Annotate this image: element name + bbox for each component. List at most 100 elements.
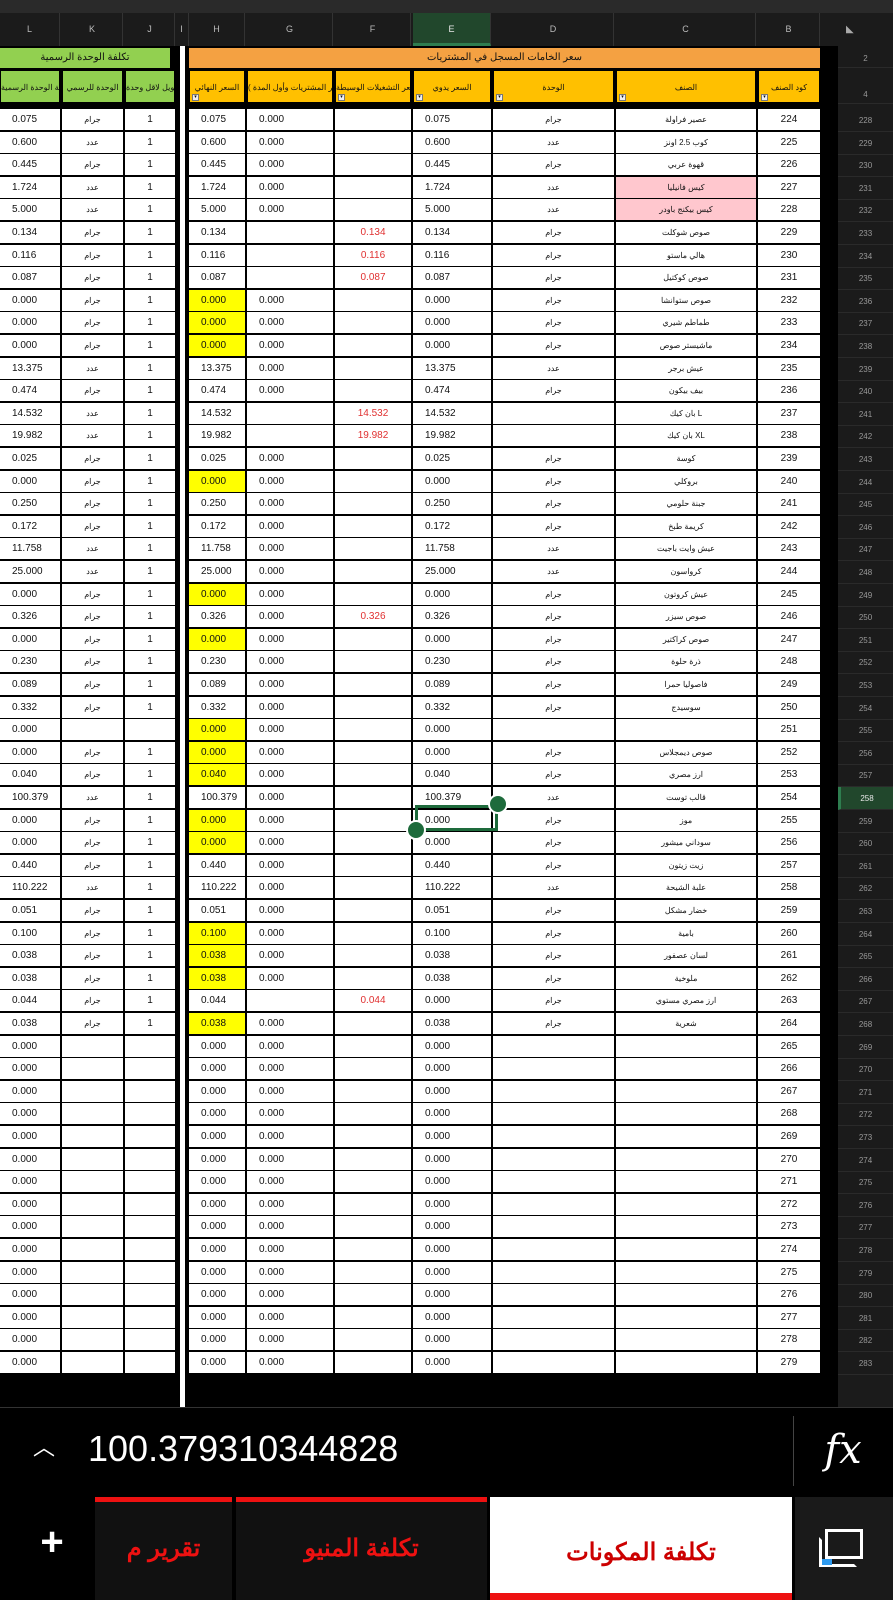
cell-L[interactable]: 0.000 — [0, 335, 60, 356]
cell-G[interactable]: 0.000 — [247, 1329, 333, 1351]
cell-K[interactable] — [62, 1306, 123, 1328]
chevron-up-icon[interactable]: ︿ — [30, 1434, 58, 1462]
cell-B[interactable]: 238 — [758, 425, 820, 447]
cell-H[interactable]: 0.000 — [189, 1171, 245, 1193]
cell-G[interactable]: 0.000 — [247, 1352, 333, 1373]
cell-E[interactable]: 110.222 — [413, 877, 491, 899]
cell-C[interactable]: كيس فانيليا — [616, 176, 756, 198]
cell-C[interactable] — [616, 1306, 756, 1328]
cell-E[interactable]: 0.051 — [413, 900, 491, 921]
cell-B[interactable]: 244 — [758, 561, 820, 582]
cell-K[interactable]: جرام — [62, 493, 123, 515]
cell-K[interactable] — [62, 1239, 123, 1260]
column-header-F[interactable]: F — [335, 13, 411, 46]
cell-H[interactable]: 0.326 — [189, 606, 245, 628]
cell-J[interactable] — [125, 1216, 175, 1238]
cell-F[interactable] — [335, 109, 411, 130]
cell-G[interactable]: 0.000 — [247, 854, 333, 876]
tab-report[interactable]: تقرير م — [95, 1497, 232, 1600]
cell-L[interactable]: 0.000 — [0, 1329, 60, 1351]
cell-D[interactable]: جرام — [493, 222, 614, 243]
column-header-H[interactable]: H — [189, 13, 245, 46]
filter-dropdown-icon[interactable]: ▾ — [338, 94, 345, 101]
cell-C[interactable]: عصير فراولة — [616, 109, 756, 130]
row-header[interactable]: 245 — [838, 493, 893, 517]
cell-B[interactable]: 272 — [758, 1193, 820, 1215]
cell-E[interactable]: 0.089 — [413, 674, 491, 695]
cell-G[interactable] — [247, 244, 333, 266]
cell-G[interactable] — [247, 402, 333, 424]
cell-L[interactable]: 0.038 — [0, 967, 60, 989]
cell-E[interactable]: 14.532 — [413, 402, 491, 424]
cell-H[interactable]: 14.532 — [189, 402, 245, 424]
selection-handle-top[interactable] — [488, 794, 508, 814]
cell-F[interactable] — [335, 1080, 411, 1102]
cell-E[interactable]: 0.134 — [413, 222, 491, 243]
cell-B[interactable]: 278 — [758, 1329, 820, 1351]
cell-C[interactable] — [616, 1216, 756, 1238]
cell-D[interactable]: جرام — [493, 990, 614, 1012]
cell-D[interactable]: جرام — [493, 109, 614, 130]
sheets-list-button[interactable] — [795, 1497, 893, 1600]
cell-E[interactable]: 0.000 — [413, 1080, 491, 1102]
cell-D[interactable]: عدد — [493, 877, 614, 899]
cell-F[interactable] — [335, 1261, 411, 1283]
row-header[interactable]: 271 — [838, 1081, 893, 1104]
cell-F[interactable] — [335, 1329, 411, 1351]
cell-B[interactable]: 270 — [758, 1148, 820, 1170]
cell-H[interactable]: 0.000 — [189, 335, 245, 356]
cell-K[interactable]: عدد — [62, 199, 123, 221]
cell-B[interactable]: 251 — [758, 719, 820, 741]
cell-G[interactable] — [247, 990, 333, 1012]
cell-C[interactable]: شعرية — [616, 1013, 756, 1034]
cell-B[interactable]: 267 — [758, 1080, 820, 1102]
cell-F[interactable] — [335, 448, 411, 469]
cell-E[interactable]: 0.000 — [413, 1239, 491, 1260]
cell-D[interactable] — [493, 719, 614, 741]
header-cell-J[interactable]: تحويل لاقل وحدة — [125, 70, 175, 103]
cell-J[interactable]: 1 — [125, 628, 175, 650]
cell-C[interactable]: بروكلي — [616, 470, 756, 492]
cell-E[interactable]: 0.000 — [413, 1284, 491, 1306]
sheet-grid[interactable]: تكلفة الوحدة الرسمية سعر الخامات المسجل … — [0, 46, 838, 1407]
cell-E[interactable]: 0.474 — [413, 380, 491, 402]
cell-K[interactable] — [62, 1035, 123, 1057]
cell-J[interactable]: 1 — [125, 515, 175, 537]
cell-C[interactable] — [616, 1329, 756, 1351]
cell-F[interactable] — [335, 131, 411, 153]
cell-J[interactable] — [125, 1035, 175, 1057]
cell-E[interactable]: 0.075 — [413, 109, 491, 130]
cell-E[interactable]: 0.000 — [413, 990, 491, 1012]
cell-F[interactable] — [335, 787, 411, 808]
cell-J[interactable]: 1 — [125, 335, 175, 356]
cell-D[interactable]: جرام — [493, 448, 614, 469]
column-header-I[interactable]: I — [175, 13, 189, 46]
cell-L[interactable]: 14.532 — [0, 402, 60, 424]
cell-D[interactable]: جرام — [493, 515, 614, 537]
cell-C[interactable] — [616, 719, 756, 741]
row-header[interactable]: 265 — [838, 945, 893, 969]
cell-C[interactable]: جبنة حلومي — [616, 493, 756, 515]
cell-E[interactable]: 0.000 — [413, 1352, 491, 1373]
cell-C[interactable]: زيت زيتون — [616, 854, 756, 876]
cell-C[interactable]: بيف بيكون — [616, 380, 756, 402]
cell-E[interactable]: 0.000 — [413, 1148, 491, 1170]
row-header[interactable]: 237 — [838, 312, 893, 336]
cell-J[interactable]: 1 — [125, 606, 175, 628]
cell-K[interactable]: جرام — [62, 967, 123, 989]
cell-H[interactable]: 0.000 — [189, 809, 245, 831]
cell-K[interactable]: عدد — [62, 561, 123, 582]
cell-B[interactable]: 275 — [758, 1261, 820, 1283]
cell-E[interactable]: 0.250 — [413, 493, 491, 515]
cell-D[interactable] — [493, 1035, 614, 1057]
cell-D[interactable]: جرام — [493, 1013, 614, 1034]
cell-H[interactable]: 5.000 — [189, 199, 245, 221]
row-header[interactable]: 228 — [838, 109, 893, 132]
cell-K[interactable]: عدد — [62, 877, 123, 899]
cell-B[interactable]: 246 — [758, 606, 820, 628]
cell-D[interactable]: جرام — [493, 154, 614, 176]
cell-G[interactable]: 0.000 — [247, 628, 333, 650]
cell-K[interactable]: جرام — [62, 448, 123, 469]
cell-G[interactable]: 0.000 — [247, 380, 333, 402]
cell-D[interactable]: جرام — [493, 583, 614, 605]
